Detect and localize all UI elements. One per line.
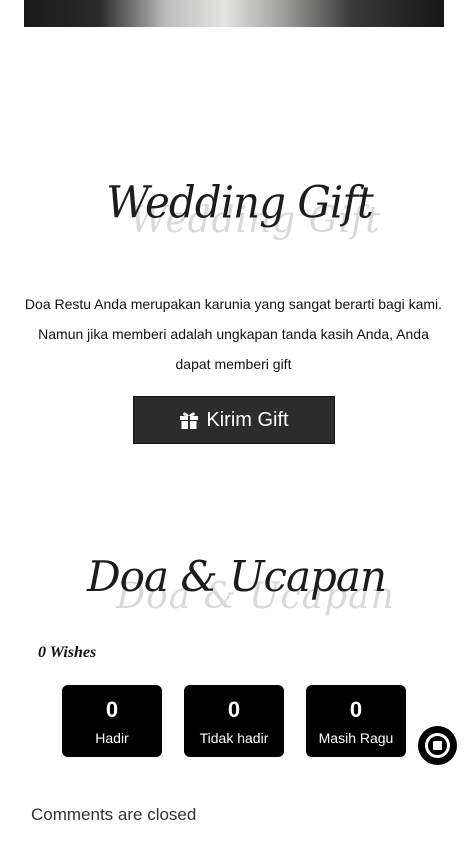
wishes-heading-text: Doa & Ucapan (86, 552, 387, 601)
send-gift-button-label: Kirim Gift (206, 408, 289, 431)
gift-description-line: dapat memberi gift (175, 356, 292, 372)
stat-attending-value: 0 (105, 697, 119, 722)
wish-count: 0 Wishes (38, 644, 97, 661)
gift-description-line: Doa Restu Anda merupakan karunia yang sa… (24, 296, 443, 312)
gift-icon (179, 411, 199, 429)
stat-not-attending-label: Tidak hadir (199, 730, 269, 746)
stat-undecided: 0 Masih Ragu (306, 685, 406, 757)
stat-not-attending-value: 0 (227, 697, 241, 722)
stop-icon (425, 733, 450, 758)
comments-status: Comments are closed (31, 805, 197, 824)
stat-not-attending: 0 Tidak hadir (184, 685, 284, 757)
gift-description: Doa Restu Anda merupakan karunia yang sa… (8, 289, 459, 379)
wishes-heading: Doa & Ucapan Doa & Ucapan (0, 552, 467, 642)
stat-attending: 0 Hadir (62, 685, 162, 757)
stat-attending-label: Hadir (95, 730, 129, 746)
wedding-gift-heading-text: Wedding Gift (106, 176, 374, 229)
hero-photo (24, 0, 444, 27)
stat-undecided-value: 0 (349, 697, 363, 722)
gift-description-line: Namun jika memberi adalah ungkapan tanda… (38, 326, 429, 342)
send-gift-button[interactable]: Kirim Gift (133, 396, 335, 444)
music-stop-button[interactable] (418, 726, 457, 765)
stat-undecided-label: Masih Ragu (318, 730, 394, 746)
wedding-gift-heading: Wedding Gift Wedding Gift (0, 176, 467, 258)
